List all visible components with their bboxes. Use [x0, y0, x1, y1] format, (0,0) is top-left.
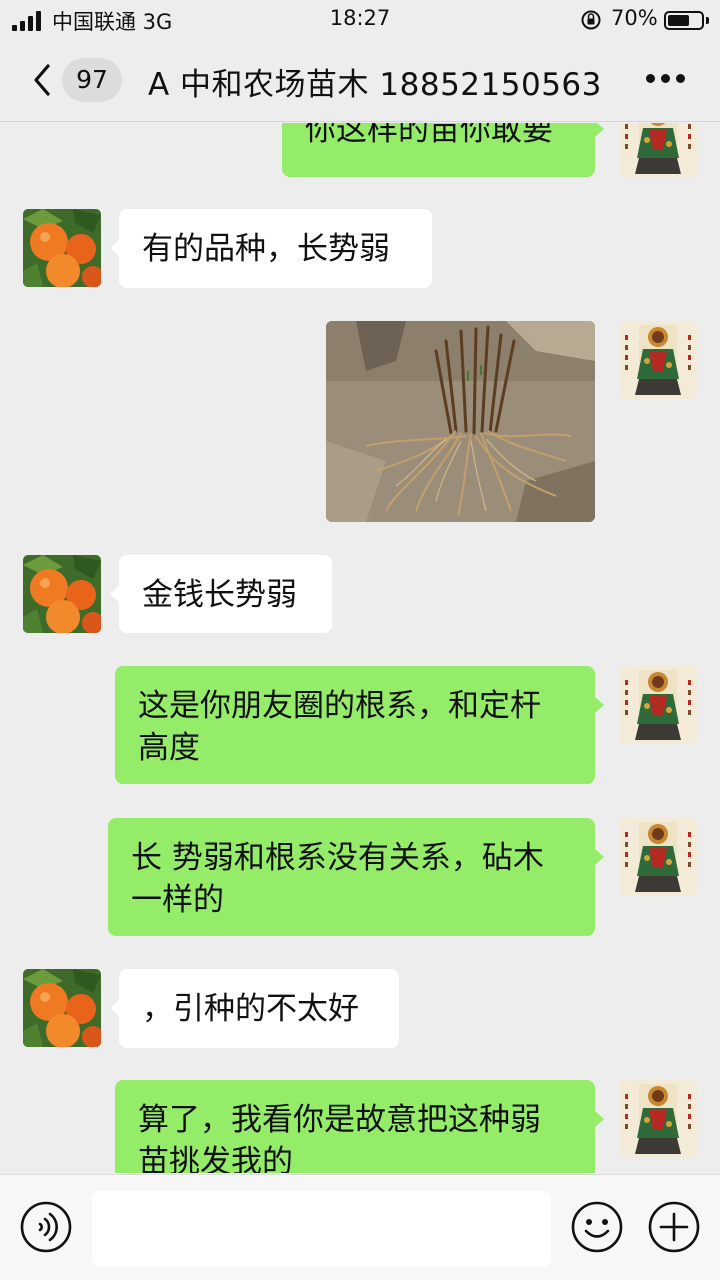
unread-count-badge[interactable]: 97	[62, 58, 122, 102]
message-bubble-outgoing[interactable]: 你这样的苗你敢要	[282, 123, 604, 177]
battery-percent: 70%	[611, 6, 658, 30]
message-text-line: 苗挑发我的	[138, 1144, 293, 1173]
message-text: 有的品种，长势弱	[142, 231, 390, 267]
voice-input-icon[interactable]	[20, 1201, 72, 1253]
my-avatar[interactable]	[619, 1080, 697, 1158]
message-text-line: 长 势弱和根系没有关系，砧木	[131, 840, 544, 876]
message-text-line: 一样的	[131, 882, 224, 918]
message-text-line: 高度	[138, 730, 200, 766]
more-dots-icon[interactable]	[646, 74, 686, 86]
my-avatar[interactable]	[619, 123, 697, 178]
contact-avatar[interactable]	[23, 209, 101, 287]
chat-header: 97 A 中和农场苗木 18852150563	[0, 40, 720, 122]
warrior-painting-avatar	[619, 321, 697, 399]
message-text: 你这样的苗你敢要	[305, 123, 553, 148]
my-avatar[interactable]	[619, 818, 697, 896]
message-bubble-outgoing[interactable]: 这是你朋友圈的根系，和定杆 高度	[115, 666, 604, 784]
input-bar	[0, 1174, 720, 1280]
image-message-seedling-roots[interactable]	[326, 321, 595, 522]
orange-fruit-avatar	[23, 555, 101, 633]
message-bubble-outgoing[interactable]: 长 势弱和根系没有关系，砧木 一样的	[108, 818, 604, 936]
orange-fruit-avatar	[23, 209, 101, 287]
battery-cap	[706, 17, 709, 24]
my-avatar[interactable]	[619, 666, 697, 744]
plus-icon[interactable]	[648, 1201, 700, 1253]
message-bubble-incoming[interactable]: ，引种的不太好	[110, 969, 399, 1048]
orange-fruit-avatar	[23, 969, 101, 1047]
orientation-lock-icon	[581, 10, 601, 30]
chevron-left-icon[interactable]	[26, 60, 60, 100]
status-bar: 中国联通 3G 18:27 70%	[0, 0, 720, 40]
message-text-line: 这是你朋友圈的根系，和定杆	[138, 688, 541, 724]
battery-icon	[664, 11, 704, 30]
message-bubble-incoming[interactable]: 有的品种，长势弱	[110, 209, 432, 288]
warrior-painting-avatar	[619, 818, 697, 896]
contact-avatar[interactable]	[23, 555, 101, 633]
message-text: 金钱长势弱	[142, 577, 297, 613]
warrior-painting-avatar	[619, 123, 697, 178]
message-list[interactable]: 你这样的苗你敢要 有的品种，长势弱 金钱长势弱 这是你朋友圈的根系，和定杆 高度…	[0, 123, 720, 1173]
seedling-roots-photo	[326, 321, 595, 522]
message-text: ，引种的不太好	[142, 991, 359, 1027]
my-avatar[interactable]	[619, 321, 697, 399]
message-bubble-outgoing[interactable]: 算了，我看你是故意把这种弱 苗挑发我的	[115, 1080, 604, 1173]
warrior-painting-avatar	[619, 1080, 697, 1158]
warrior-painting-avatar	[619, 666, 697, 744]
contact-avatar[interactable]	[23, 969, 101, 1047]
message-text-line: 算了，我看你是故意把这种弱	[138, 1102, 541, 1138]
emoji-icon[interactable]	[571, 1201, 623, 1253]
message-input[interactable]	[92, 1191, 551, 1267]
message-bubble-incoming[interactable]: 金钱长势弱	[110, 555, 332, 633]
chat-title: A 中和农场苗木 18852150563	[148, 67, 602, 103]
